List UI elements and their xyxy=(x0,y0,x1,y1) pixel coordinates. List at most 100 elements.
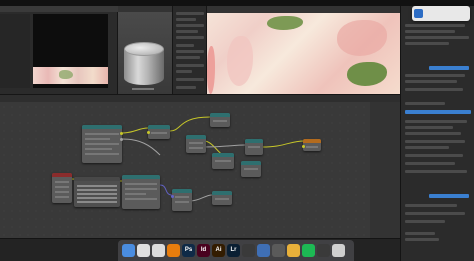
node-row xyxy=(125,193,146,195)
photos-icon[interactable] xyxy=(137,244,150,257)
node-small[interactable] xyxy=(212,153,234,169)
property-row[interactable] xyxy=(405,42,449,45)
system-notification[interactable] xyxy=(412,6,470,21)
node-header[interactable] xyxy=(172,189,192,193)
property-row[interactable] xyxy=(405,146,449,149)
property-row[interactable] xyxy=(405,140,465,143)
image-editor-panel[interactable] xyxy=(0,6,118,94)
property-row[interactable] xyxy=(176,44,194,47)
node-output-socket[interactable] xyxy=(120,132,123,135)
node-header[interactable] xyxy=(212,153,234,157)
node-row xyxy=(189,147,203,149)
node-output-socket[interactable] xyxy=(120,138,123,141)
node-header[interactable] xyxy=(210,113,230,117)
node-editor-sidebar[interactable] xyxy=(370,102,400,239)
app-12-icon[interactable] xyxy=(287,244,300,257)
node-header[interactable] xyxy=(245,139,263,143)
node-small[interactable] xyxy=(147,125,170,139)
node-header[interactable] xyxy=(303,139,321,143)
property-row[interactable] xyxy=(405,220,445,223)
node-small[interactable] xyxy=(212,191,232,205)
node-header[interactable] xyxy=(241,161,261,165)
node-texture-coord[interactable] xyxy=(52,173,72,203)
node-input-socket[interactable] xyxy=(147,131,150,134)
selected-field[interactable] xyxy=(429,194,469,198)
property-row[interactable] xyxy=(176,12,204,15)
indesign-icon[interactable]: Id xyxy=(197,244,210,257)
app-15-icon[interactable] xyxy=(332,244,345,257)
node-small[interactable] xyxy=(245,139,263,155)
lightroom-icon[interactable]: Lr xyxy=(227,244,240,257)
property-row[interactable] xyxy=(405,132,461,135)
property-row[interactable] xyxy=(176,50,204,53)
3d-viewport[interactable] xyxy=(118,6,172,94)
node-row xyxy=(85,133,119,135)
illustrator-icon[interactable]: Ai xyxy=(212,244,225,257)
viewport-properties-panel[interactable] xyxy=(172,6,206,94)
property-row[interactable] xyxy=(176,86,196,89)
property-row[interactable] xyxy=(405,102,445,105)
blender-icon[interactable] xyxy=(167,244,180,257)
node-image-texture[interactable] xyxy=(74,177,120,207)
node-row xyxy=(175,201,189,203)
node-header[interactable] xyxy=(186,135,206,139)
property-row[interactable] xyxy=(405,204,457,207)
node-header[interactable] xyxy=(148,125,170,129)
node-input-socket[interactable] xyxy=(302,145,305,148)
property-row[interactable] xyxy=(405,170,467,173)
property-row[interactable] xyxy=(176,24,204,27)
property-row[interactable] xyxy=(405,88,463,91)
property-row[interactable] xyxy=(176,78,204,81)
app-10-icon[interactable] xyxy=(257,244,270,257)
node-small[interactable] xyxy=(186,135,206,153)
node-small[interactable] xyxy=(171,189,192,211)
property-row[interactable] xyxy=(405,36,469,39)
property-row[interactable] xyxy=(176,64,204,67)
node-link xyxy=(203,144,246,148)
property-row[interactable] xyxy=(405,126,453,129)
image-editor-header[interactable] xyxy=(0,6,118,12)
property-row[interactable] xyxy=(176,56,200,59)
node-header[interactable] xyxy=(52,173,72,177)
property-row[interactable] xyxy=(405,154,463,157)
property-row[interactable] xyxy=(405,238,439,241)
selected-field[interactable] xyxy=(429,66,469,70)
property-row[interactable] xyxy=(405,212,465,215)
property-row[interactable] xyxy=(405,30,455,33)
node-principled[interactable] xyxy=(82,125,123,163)
active-row[interactable] xyxy=(405,110,471,114)
property-row[interactable] xyxy=(176,70,192,73)
node-header[interactable] xyxy=(212,191,232,195)
finder-icon[interactable] xyxy=(122,244,135,257)
node-small[interactable] xyxy=(241,161,261,177)
app-14-icon[interactable] xyxy=(317,244,330,257)
property-row[interactable] xyxy=(176,30,198,33)
property-row[interactable] xyxy=(405,74,465,77)
texture-image-view[interactable] xyxy=(206,6,400,94)
shader-node-editor[interactable] xyxy=(0,94,400,239)
node-input-socket[interactable] xyxy=(171,195,174,198)
spotify-icon[interactable] xyxy=(302,244,315,257)
photoshop-icon[interactable]: Ps xyxy=(182,244,195,257)
node-mix[interactable] xyxy=(122,175,160,209)
node-header[interactable] xyxy=(82,125,122,129)
property-row[interactable] xyxy=(405,120,467,123)
cylinder-object[interactable] xyxy=(124,42,164,90)
node-header[interactable] xyxy=(74,177,120,181)
app-11-icon[interactable] xyxy=(272,244,285,257)
node-row xyxy=(55,196,69,198)
property-row[interactable] xyxy=(176,18,196,21)
property-row[interactable] xyxy=(405,24,465,27)
property-row[interactable] xyxy=(405,232,435,235)
properties-editor[interactable] xyxy=(400,6,474,261)
image-editor-sidebar[interactable] xyxy=(0,14,30,88)
texture-view-header[interactable] xyxy=(207,6,400,13)
property-row[interactable] xyxy=(405,80,457,83)
node-small[interactable] xyxy=(210,113,230,127)
node-output[interactable] xyxy=(302,139,321,151)
node-header[interactable] xyxy=(122,175,160,179)
chrome-icon[interactable] xyxy=(152,244,165,257)
property-row[interactable] xyxy=(176,36,204,39)
app-9-icon[interactable] xyxy=(242,244,255,257)
property-row[interactable] xyxy=(405,162,455,165)
